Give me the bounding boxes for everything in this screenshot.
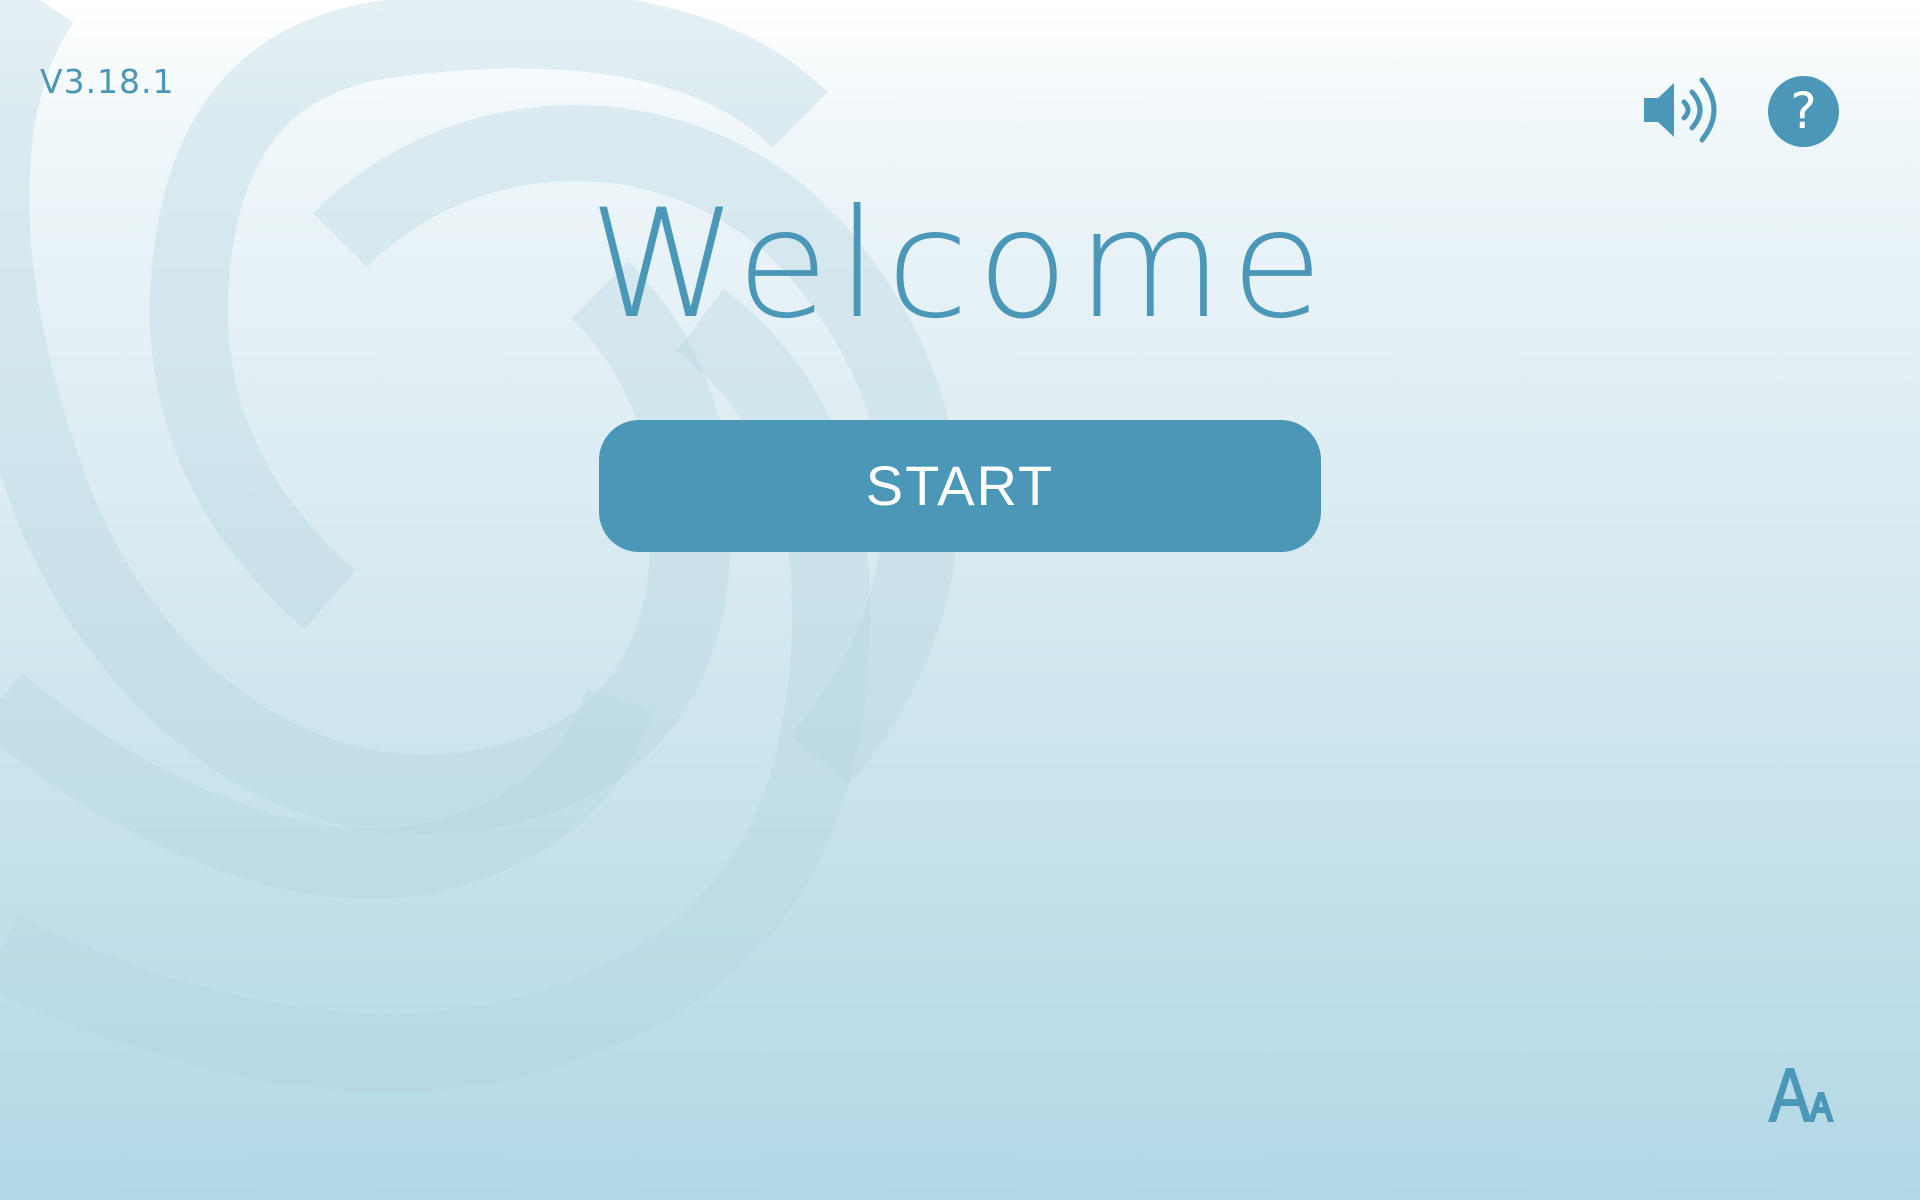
speaker-volume-icon [1644,77,1717,143]
start-button[interactable]: START [599,420,1321,552]
page-title: Welcome [588,178,1332,352]
font-size-button[interactable] [1762,1062,1842,1126]
version-label: V3.18.1 [40,62,175,101]
question-mark-icon: ? [1790,82,1817,140]
sound-button[interactable] [1640,74,1730,146]
font-size-icon [1768,1068,1834,1122]
help-button[interactable]: ? [1768,76,1839,147]
